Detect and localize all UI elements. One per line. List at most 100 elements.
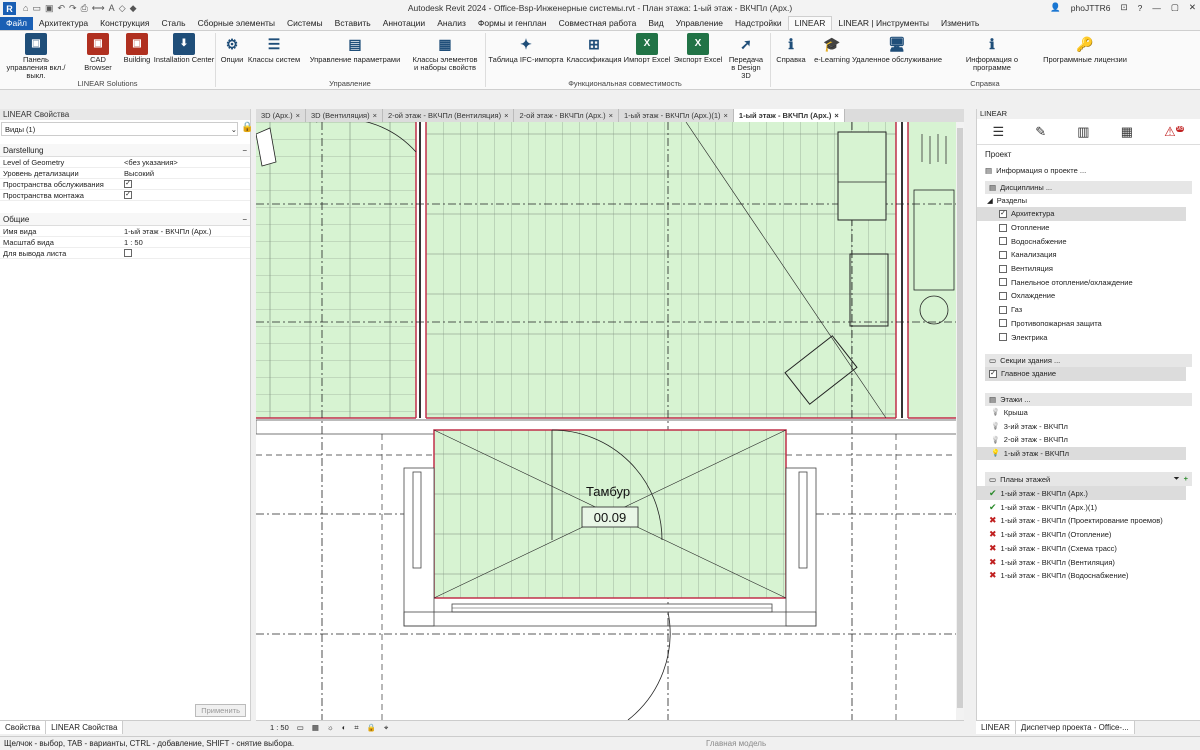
view-tab-3[interactable]: 2-ой этаж - ВКЧПл (Арх.) ×: [514, 109, 619, 122]
measure-icon[interactable]: ⟷: [92, 3, 105, 14]
discipline-checkbox[interactable]: [999, 237, 1007, 246]
properties-tab-1[interactable]: LINEAR Свойства: [46, 721, 124, 734]
discipline-item[interactable]: Противопожарная защита: [977, 317, 1186, 331]
building-sections-header[interactable]: ▭ Секции здания ...: [985, 353, 1192, 367]
property-value[interactable]: ✓: [124, 191, 132, 199]
level-item[interactable]: 💡 1-ый этаж - ВКЧПл: [977, 446, 1186, 461]
main-building-checkbox[interactable]: ✓: [989, 369, 997, 378]
property-row[interactable]: Для вывода листа: [0, 248, 250, 259]
close-icon[interactable]: ×: [834, 111, 838, 120]
menu-icon[interactable]: ☰: [993, 124, 1005, 140]
discipline-item[interactable]: Электрика: [977, 330, 1186, 344]
floor-plan-item[interactable]: ✖ 1-ый этаж - ВКЧПл (Проектирование проем…: [977, 514, 1186, 528]
notification-icon[interactable]: ⚠98: [1164, 124, 1185, 140]
ribbon-button-9[interactable]: ⊞ Классификация: [566, 33, 622, 64]
property-value[interactable]: ✓: [124, 180, 132, 188]
cart-icon[interactable]: ⊡: [1120, 2, 1127, 13]
discipline-checkbox[interactable]: [999, 250, 1007, 259]
menu-6[interactable]: Вставить: [329, 17, 377, 30]
ribbon-button-0[interactable]: ▣ Панель управления вкл./выкл.: [2, 33, 70, 80]
drawing-canvas[interactable]: Тамбур 00.09: [256, 122, 964, 720]
property-row[interactable]: Имя вида 1-ый этаж - ВКЧПл (Арх.): [0, 226, 250, 237]
levels-header[interactable]: ▤ Этажи ...: [985, 392, 1192, 406]
ribbon-button-16[interactable]: ℹ Информация о программе: [946, 33, 1038, 72]
sun-icon[interactable]: ☼: [327, 723, 334, 732]
ribbon-button-1[interactable]: ▣ CAD Browser: [76, 33, 120, 72]
menu-7[interactable]: Аннотации: [377, 17, 432, 30]
ribbon-button-7[interactable]: ▦ Классы элементов и наборы свойств: [410, 33, 480, 72]
floor-plan[interactable]: Тамбур 00.09: [256, 122, 964, 720]
section-general[interactable]: Общие −: [0, 213, 250, 226]
menu-1[interactable]: Архитектура: [33, 17, 94, 30]
discipline-item[interactable]: Отопление: [977, 221, 1186, 235]
ribbon-button-14[interactable]: 🎓 e-Learning: [812, 33, 852, 64]
ribbon-button-17[interactable]: 🔑 Программные лицензии: [1040, 33, 1130, 64]
ribbon-button-13[interactable]: ℹ Справка: [774, 33, 808, 64]
view-tab-5[interactable]: 1-ый этаж - ВКЧПл (Арх.) ×: [733, 109, 845, 122]
ribbon-button-12[interactable]: ➚ Передача в Design 3D: [726, 33, 766, 80]
detail-level-icon[interactable]: ▭: [297, 723, 304, 732]
3d-view-icon[interactable]: ◇: [119, 3, 126, 14]
menu-15[interactable]: LINEAR | Инструменты: [832, 17, 935, 30]
crop-icon[interactable]: ⌗: [354, 723, 358, 733]
property-value[interactable]: [124, 249, 132, 257]
property-row[interactable]: Масштаб вида 1 : 50: [0, 237, 250, 248]
calculator-icon[interactable]: ▦: [1121, 124, 1133, 140]
discipline-checkbox[interactable]: [999, 264, 1007, 273]
discipline-checkbox[interactable]: ✓: [999, 209, 1007, 218]
view-tab-1[interactable]: 3D (Вентиляция) ×: [306, 109, 383, 122]
home-icon[interactable]: ⌂: [23, 3, 28, 14]
level-item[interactable]: 💡 3-ий этаж - ВКЧПл: [977, 419, 1186, 433]
floor-plan-item[interactable]: ✖ 1-ый этаж - ВКЧПл (Схема трасс): [977, 542, 1186, 556]
view-tab-2[interactable]: 2-ой этаж - ВКЧПл (Вентиляция) ×: [383, 109, 515, 122]
linear-tab-0[interactable]: LINEAR: [976, 721, 1016, 734]
view-tab-4[interactable]: 1-ый этаж - ВКЧПл (Арх.)(1) ×: [619, 109, 734, 122]
add-icon[interactable]: +: [1184, 474, 1188, 484]
menu-11[interactable]: Вид: [642, 17, 669, 30]
menu-12[interactable]: Управление: [670, 17, 729, 30]
help-icon[interactable]: ?: [1138, 3, 1143, 13]
menu-4[interactable]: Сборные элементы: [192, 17, 281, 30]
discipline-checkbox[interactable]: [999, 305, 1007, 314]
close-icon[interactable]: ✕: [1189, 2, 1196, 13]
columns-icon[interactable]: ▥: [1077, 124, 1089, 140]
close-icon[interactable]: ×: [373, 111, 377, 120]
linear-tab-1[interactable]: Диспетчер проекта - Office-...: [1015, 721, 1135, 734]
property-row[interactable]: Пространства обслуживания ✓: [0, 179, 250, 190]
property-row[interactable]: Пространства монтажа ✓: [0, 190, 250, 201]
discipline-item[interactable]: ✓ Архитектура: [977, 207, 1186, 221]
filter-icon[interactable]: ⏷: [1174, 474, 1180, 484]
menu-0[interactable]: Файл: [0, 17, 33, 30]
disciplines-header[interactable]: ▤ Дисциплины ...: [985, 181, 1192, 194]
discipline-checkbox[interactable]: [999, 223, 1007, 232]
floor-plan-item[interactable]: ✔ 1-ый этаж - ВКЧПл (Арх.): [977, 486, 1186, 501]
visual-style-icon[interactable]: ▦: [312, 723, 319, 732]
properties-tab-0[interactable]: Свойства: [0, 721, 47, 734]
open-icon[interactable]: ▭: [32, 3, 41, 14]
main-building-item[interactable]: ✓ Главное здание: [985, 366, 1186, 381]
redo-icon[interactable]: ↷: [69, 3, 77, 14]
shadow-icon[interactable]: ◐: [342, 723, 347, 732]
sections-node[interactable]: ◢ Разделы: [977, 194, 1200, 207]
discipline-item[interactable]: Канализация: [977, 248, 1186, 262]
edit-icon[interactable]: ✎: [1035, 124, 1046, 140]
menu-16[interactable]: Изменить: [935, 17, 985, 30]
level-item[interactable]: 💡 2-ой этаж - ВКЧПл: [977, 433, 1186, 447]
discipline-item[interactable]: Охлаждение: [977, 289, 1186, 303]
minimize-icon[interactable]: —: [1152, 3, 1161, 13]
ribbon-button-5[interactable]: ☰ Классы систем: [246, 33, 302, 64]
property-value[interactable]: 1-ый этаж - ВКЧПл (Арх.): [124, 227, 211, 236]
view-scale[interactable]: 1 : 50: [270, 723, 289, 732]
discipline-checkbox[interactable]: [999, 319, 1007, 328]
type-selector[interactable]: Виды (1) ⌄: [1, 122, 238, 136]
ribbon-button-11[interactable]: X Экспорт Excel: [673, 33, 723, 64]
discipline-checkbox[interactable]: [999, 333, 1007, 342]
room-number[interactable]: 00.09: [594, 510, 627, 525]
discipline-checkbox[interactable]: [999, 278, 1007, 287]
user-icon[interactable]: 👤: [1050, 2, 1061, 13]
section-darstellung[interactable]: Darstellung −: [0, 144, 250, 157]
user-name[interactable]: phoJTTR6: [1071, 3, 1111, 13]
property-value[interactable]: <без указания>: [124, 158, 178, 167]
discipline-item[interactable]: Вентиляция: [977, 262, 1186, 276]
menu-3[interactable]: Сталь: [156, 17, 192, 30]
